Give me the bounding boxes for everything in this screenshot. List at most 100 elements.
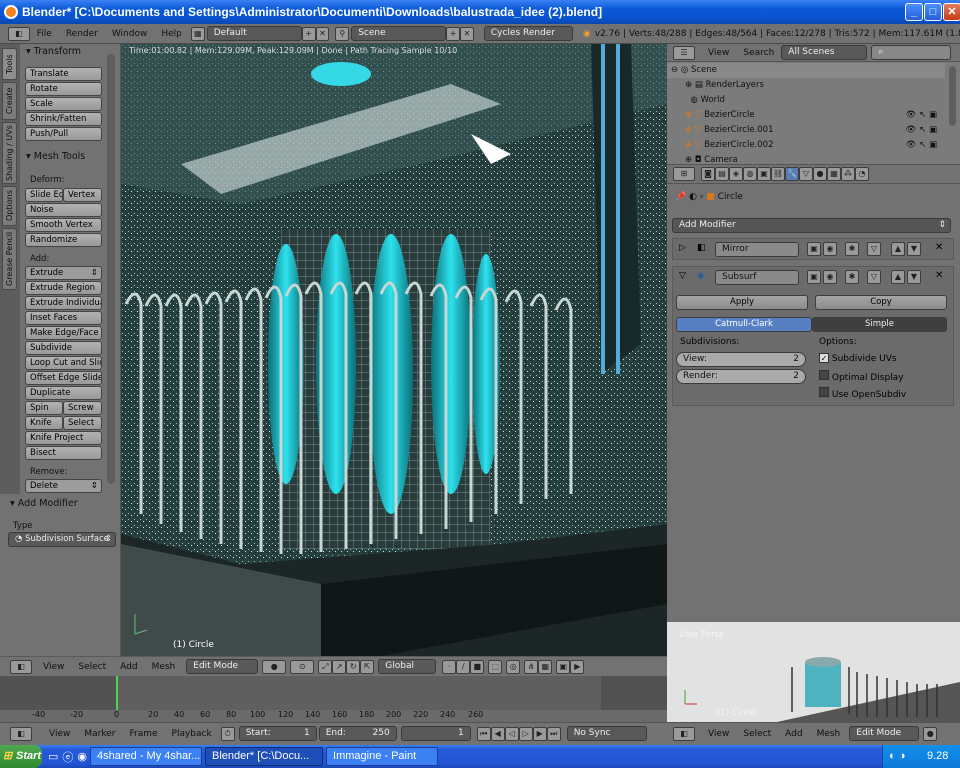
outliner-row-camera[interactable]: ⊕ ◘ Camera (667, 153, 945, 164)
menu-file[interactable]: File (30, 29, 59, 39)
modifier-name-field[interactable]: Subsurf (715, 270, 799, 285)
outliner-row-beziercircle-001[interactable]: ⊕ ▽ BezierCircle.001 👁 ↖ ▣ (667, 123, 945, 138)
bisect-button[interactable]: Bisect (25, 446, 102, 460)
jump-start-icon[interactable]: ⏮ (476, 726, 491, 741)
extrude-individual-button[interactable]: Extrude Individual (25, 296, 102, 310)
render-tab-icon[interactable]: ◙ (701, 167, 715, 181)
face-select-icon[interactable]: ■ (470, 659, 485, 674)
outliner-row-beziercircle-002[interactable]: ⊕ ▽ BezierCircle.002 👁 ↖ ▣ (667, 138, 945, 153)
render-preview-icon[interactable]: ▣ (556, 659, 571, 674)
use-opensubdiv-checkbox[interactable]: Use OpenSubdiv (819, 387, 906, 400)
move-down-icon[interactable]: ▼ (907, 270, 921, 284)
inset-faces-button[interactable]: Inset Faces (25, 311, 102, 325)
maximize-button[interactable]: □ (924, 3, 942, 21)
jump-end-icon[interactable]: ⏭ (546, 726, 561, 741)
show-desktop-icon[interactable]: ▭ (48, 750, 58, 763)
delete-dropdown[interactable]: Delete ⇕ (25, 479, 102, 493)
world-tab-icon[interactable]: ◍ (743, 167, 757, 181)
outliner-scrollbar[interactable] (949, 66, 956, 126)
redo-panel-title[interactable]: ▾ Add Modifier (4, 497, 78, 511)
noise-button[interactable]: Noise (25, 203, 102, 217)
menu-window[interactable]: Window (105, 29, 155, 39)
spin-button[interactable]: Spin (25, 401, 63, 415)
simple-option[interactable]: Simple (812, 317, 947, 332)
remove-modifier-icon[interactable]: ✕ (935, 242, 943, 253)
rotate-button[interactable]: Rotate (25, 82, 102, 96)
snap-icon[interactable]: ⋔ (524, 659, 539, 674)
scene-add-icon[interactable]: + (446, 26, 461, 41)
menu-search[interactable]: Search (736, 48, 781, 58)
optimal-display-checkbox[interactable]: Optimal Display (819, 370, 904, 383)
pin-icon[interactable]: 📌 (675, 192, 686, 202)
realtime-toggle-icon[interactable]: ◉ (823, 270, 837, 284)
add-modifier-dropdown[interactable]: Add Modifier ⇕ (672, 218, 951, 233)
manipulator-icon[interactable]: ⤢ (318, 659, 333, 674)
extrude-dropdown[interactable]: Extrude ⇕ (25, 266, 102, 280)
taskbar-item-blender[interactable]: Blender* [C:\Docu... (205, 747, 324, 766)
menu-view[interactable]: View (36, 662, 71, 672)
realtime-toggle-icon[interactable]: ◉ (823, 242, 837, 256)
catmull-clark-option[interactable]: Catmull-Clark (676, 317, 812, 332)
remove-modifier-icon[interactable]: ✕ (935, 270, 943, 281)
outliner-search-input[interactable]: ⌕ (871, 45, 952, 60)
move-up-icon[interactable]: ▲ (891, 242, 905, 256)
extrude-region-button[interactable]: Extrude Region (25, 281, 102, 295)
editor-type-icon[interactable]: ⊞ (673, 167, 695, 181)
mode-selector[interactable]: Edit Mode (186, 659, 259, 674)
shading-icon[interactable]: ● (262, 659, 287, 674)
next-keyframe-icon[interactable]: ▶ (532, 726, 547, 741)
visibility-icons[interactable]: 👁 ↖ ▣ (906, 123, 937, 138)
slide-edge-button[interactable]: Slide Ed (25, 188, 63, 202)
current-frame-marker[interactable] (116, 676, 118, 710)
clock[interactable]: 9.28 (927, 750, 948, 762)
knife-button[interactable]: Knife (25, 416, 63, 430)
tab-grease-pencil[interactable]: Grease Pencil (2, 228, 17, 290)
render-levels-field[interactable]: Render: 2 (676, 369, 806, 384)
make-edge-face-button[interactable]: Make Edge/Face (25, 326, 102, 340)
expand-arrow-icon[interactable]: ▷ (679, 243, 686, 253)
visibility-icons[interactable]: 👁 ↖ ▣ (906, 108, 937, 123)
cage-toggle-icon[interactable]: ▽ (867, 270, 881, 284)
view-levels-field[interactable]: View: 2 (676, 352, 806, 367)
start-frame-field[interactable]: Start: 1 (238, 726, 317, 741)
menu-help[interactable]: Help (154, 29, 189, 39)
pivot-icon[interactable]: ⊙ (290, 659, 315, 674)
menu-add[interactable]: Add (778, 729, 809, 739)
timeline-area[interactable] (0, 676, 667, 710)
copy-button[interactable]: Copy (815, 295, 947, 310)
menu-marker[interactable]: Marker (77, 729, 122, 739)
mode-selector[interactable]: Edit Mode (849, 726, 920, 741)
render-layers-tab-icon[interactable]: ▤ (715, 167, 729, 181)
editor-type-icon[interactable]: ◧ (10, 659, 32, 674)
edge-select-icon[interactable]: / (456, 659, 471, 674)
apply-button[interactable]: Apply (676, 295, 808, 310)
opengl-render-icon[interactable]: ▶ (570, 659, 585, 674)
menu-select[interactable]: Select (71, 662, 113, 672)
edit-mode-toggle-icon[interactable]: ▣ (807, 270, 821, 284)
menu-mesh[interactable]: Mesh (145, 662, 183, 672)
modifiers-tab-icon[interactable]: 🔧 (785, 167, 799, 181)
menu-view[interactable]: View (701, 729, 736, 739)
ie-icon[interactable]: ⓔ (62, 749, 73, 765)
tab-tools[interactable]: Tools (2, 48, 17, 80)
taskbar-item-paint[interactable]: Immagine - Paint (326, 747, 439, 766)
snap-element-icon[interactable]: ▦ (538, 659, 553, 674)
screw-button[interactable]: Screw (63, 401, 102, 415)
close-button[interactable]: ✕ (943, 3, 960, 21)
subdivide-button[interactable]: Subdivide (25, 341, 102, 355)
scale-button[interactable]: Scale (25, 97, 102, 111)
outliner-row-renderlayers[interactable]: ⊕ ▤ RenderLayers (667, 78, 945, 93)
translate-manipulator-icon[interactable]: ↗ (332, 659, 347, 674)
window-titlebar[interactable]: Blender* [C:\Documents and Settings\Admi… (0, 0, 960, 24)
shading-icon[interactable]: ● (923, 726, 938, 741)
outliner-row-beziercircle[interactable]: ⊕ ▽ BezierCircle 👁 ↖ ▣ (667, 108, 945, 123)
offset-edge-slide-button[interactable]: Offset Edge Slide (25, 371, 102, 385)
shrink-fatten-button[interactable]: Shrink/Fatten (25, 112, 102, 126)
preview-range-icon[interactable]: ⏱ (220, 726, 235, 741)
vertex-select-icon[interactable]: · (442, 659, 457, 674)
physics-tab-icon[interactable]: ◔ (855, 167, 869, 181)
scale-manipulator-icon[interactable]: ⇱ (360, 659, 375, 674)
cage-toggle-icon[interactable]: ▽ (867, 242, 881, 256)
randomize-button[interactable]: Randomize (25, 233, 102, 247)
constraints-tab-icon[interactable]: ⛓ (771, 167, 785, 181)
